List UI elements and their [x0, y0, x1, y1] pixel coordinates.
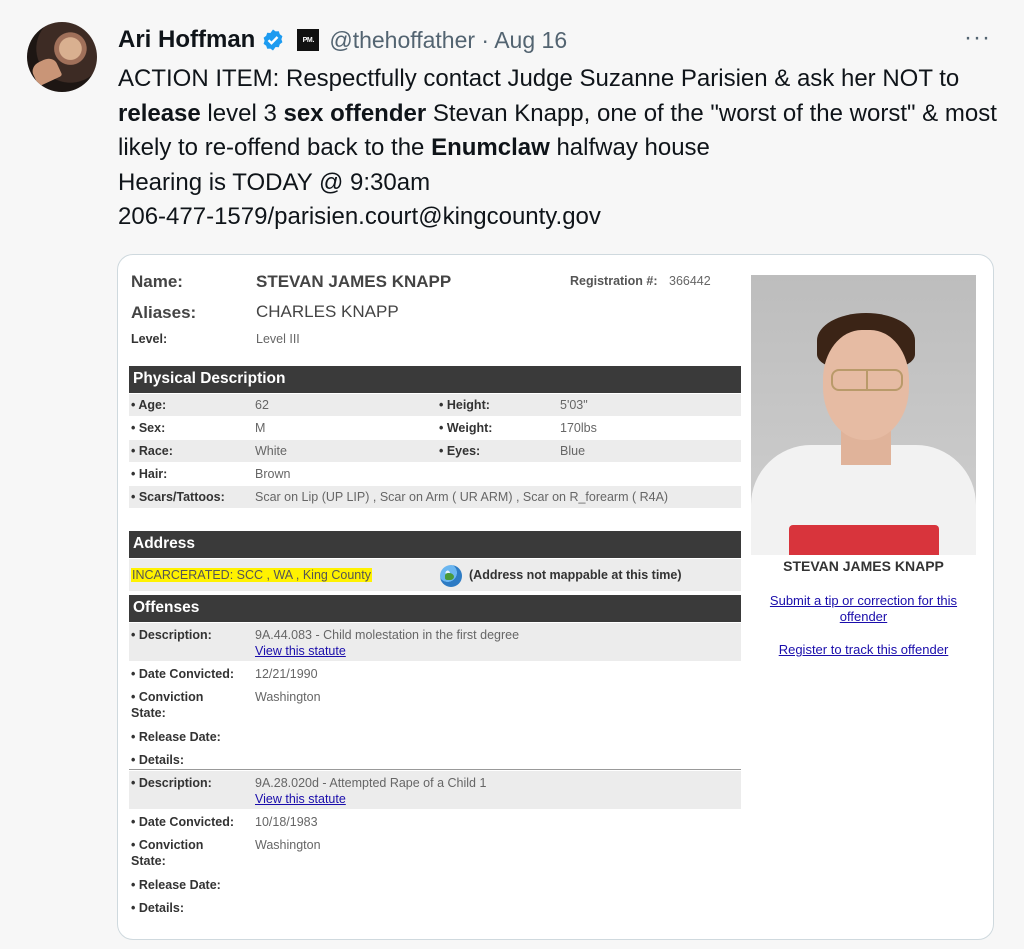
- register-track-link[interactable]: Register to track this offender: [751, 642, 976, 658]
- avatar[interactable]: [27, 22, 97, 92]
- registration-label: Registration #:: [570, 274, 658, 288]
- offense-date-row: • Date Convicted: 12/21/1990: [131, 667, 318, 681]
- physical-row: • Hair: Brown: [131, 467, 291, 481]
- more-options-icon[interactable]: ···: [964, 24, 991, 52]
- tweet-header: Ari Hoffman PM. @thehoffather · Aug 16: [118, 25, 567, 55]
- aliases-value: CHARLES KNAPP: [256, 302, 399, 321]
- name-label: Name:: [131, 272, 183, 291]
- offense-state-row: • Conviction State: Washington: [131, 838, 321, 868]
- offense-release-row: • Release Date:: [131, 878, 221, 892]
- offense-release-row: • Release Date:: [131, 730, 221, 744]
- view-statute-link[interactable]: View this statute: [255, 644, 346, 658]
- address-note: (Address not mappable at this time): [469, 568, 682, 582]
- offense-details-row: • Details:: [131, 753, 185, 767]
- attached-image[interactable]: Name: STEVAN JAMES KNAPP Registration #:…: [117, 254, 994, 940]
- submit-tip-link[interactable]: Submit a tip or correction for this offe…: [751, 593, 976, 625]
- author-name[interactable]: Ari Hoffman: [118, 26, 255, 54]
- registration-value: 366442: [669, 274, 711, 288]
- globe-icon: [440, 565, 462, 587]
- offense-divider: [129, 769, 741, 770]
- physical-row: • Sex: M • Weight: 170lbs: [131, 421, 597, 435]
- affiliation-badge-icon[interactable]: PM.: [297, 29, 320, 51]
- physical-description-header: Physical Description: [129, 366, 741, 393]
- name-value: STEVAN JAMES KNAPP: [256, 272, 452, 291]
- offenses-header: Offenses: [129, 595, 741, 622]
- tweet-text: ACTION ITEM: Respectfully contact Judge …: [118, 65, 997, 230]
- handle-and-date[interactable]: @thehoffather · Aug 16: [329, 27, 567, 54]
- offense-description-row: • Description: 9A.28.020d - Attempted Ra…: [129, 771, 741, 809]
- offense-date-row: • Date Convicted: 10/18/1983: [131, 815, 318, 829]
- physical-row: • Scars/Tattoos: Scar on Lip (UP LIP) , S…: [129, 486, 741, 508]
- offense-description-row: • Description: 9A.44.083 - Child molesta…: [129, 623, 741, 661]
- aliases-label: Aliases:: [131, 303, 197, 322]
- level-label: Level:: [131, 332, 168, 346]
- physical-row: • Race: White • Eyes: Blue: [129, 440, 741, 462]
- offense-details-row: • Details:: [131, 901, 185, 915]
- address-row: INCARCERATED: SCC , WA , King County (Ad…: [129, 559, 741, 591]
- view-statute-link[interactable]: View this statute: [255, 792, 346, 806]
- address-value: INCARCERATED: SCC , WA , King County: [131, 568, 372, 582]
- address-header: Address: [129, 531, 741, 558]
- offense-state-row: • Conviction State: Washington: [131, 690, 321, 720]
- photo-caption: STEVAN JAMES KNAPP: [783, 558, 944, 574]
- offender-photo: [751, 275, 976, 555]
- level-value: Level III: [256, 332, 300, 346]
- physical-row: • Age: 62 • Height: 5'03": [129, 394, 741, 416]
- verified-badge-icon: [263, 29, 283, 51]
